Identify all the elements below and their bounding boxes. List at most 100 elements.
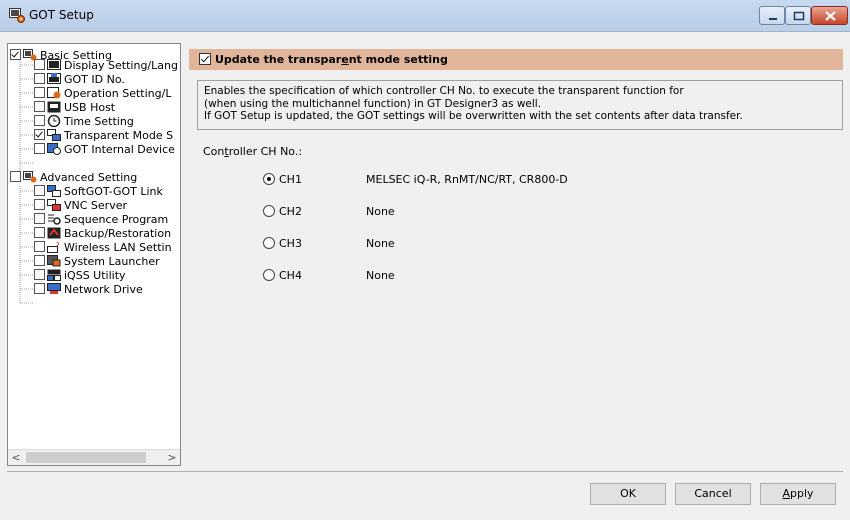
tree-item-operation-setting[interactable]: Operation Setting/L (34, 87, 171, 100)
update-transparent-mode-checkbox[interactable] (199, 53, 211, 65)
maximize-button[interactable] (785, 6, 811, 25)
cancel-button[interactable]: Cancel (675, 483, 751, 505)
update-transparent-mode-header: Update the transparent mode setting (189, 49, 843, 70)
tree-item-time-setting[interactable]: Time Setting (34, 115, 134, 128)
backup-restoration-checkbox[interactable] (34, 227, 45, 238)
ch3-label[interactable]: CH3 (279, 237, 302, 250)
scroll-right-arrow[interactable]: > (164, 450, 180, 465)
tree-item-got-id[interactable]: GOT ID No. (34, 73, 125, 86)
usb-host-checkbox[interactable] (34, 101, 45, 112)
usb-icon (47, 101, 61, 113)
tree-item-vnc-server[interactable]: VNC Server (34, 199, 127, 212)
tree-item-label: Network Drive (64, 283, 143, 296)
got-setup-icon (9, 8, 25, 23)
network-drive-checkbox[interactable] (34, 283, 45, 294)
tree-item-network-drive[interactable]: Network Drive (34, 283, 143, 296)
sequence-program-checkbox[interactable] (34, 213, 45, 224)
tree-item-label: SoftGOT-GOT Link (64, 185, 163, 198)
tree-item-label: Display Setting/Lang (64, 59, 178, 72)
tree-item-label: Wireless LAN Settin (64, 241, 172, 254)
sequence-program-icon (48, 214, 61, 225)
iqss-utility-checkbox[interactable] (34, 269, 45, 280)
ch2-value: None (366, 205, 395, 218)
ch3-radio[interactable] (263, 237, 275, 249)
wireless-lan-checkbox[interactable] (34, 241, 45, 252)
maximize-icon (793, 11, 805, 21)
tree-item-label: System Launcher (64, 255, 160, 268)
ch4-label[interactable]: CH4 (279, 269, 302, 282)
minimize-icon (769, 18, 777, 20)
tree-item-label: Operation Setting/L (64, 87, 172, 100)
operation-icon (47, 87, 61, 99)
ok-button[interactable]: OK (590, 483, 666, 505)
tree-item-label: USB Host (64, 101, 116, 114)
backup-icon (47, 227, 61, 239)
minimize-button[interactable] (759, 6, 785, 25)
system-launcher-icon (47, 255, 61, 267)
system-launcher-checkbox[interactable] (34, 255, 45, 266)
description-line-1: Enables the specification of which contr… (204, 85, 684, 97)
close-button[interactable] (811, 6, 848, 25)
tree-item-softgot-link[interactable]: SoftGOT-GOT Link (34, 185, 163, 198)
softgot-link-icon (47, 185, 61, 197)
ch4-radio[interactable] (263, 269, 275, 281)
display-icon (47, 59, 61, 70)
ch2-radio[interactable] (263, 205, 275, 217)
ch1-value: MELSEC iQ-R, RnMT/NC/RT, CR800-D (366, 173, 568, 186)
tree-item-iqss-utility[interactable]: iQSS Utility (34, 269, 126, 282)
tree-item-label: iQSS Utility (64, 269, 126, 282)
description-box: Enables the specification of which contr… (197, 80, 843, 130)
title-bar: GOT Setup (0, 0, 850, 32)
ch1-label[interactable]: CH1 (279, 173, 302, 186)
apply-button[interactable]: Apply (760, 483, 836, 505)
tree-item-display-setting[interactable]: Display Setting/Lang (34, 59, 178, 72)
got-internal-device-checkbox[interactable] (34, 143, 45, 154)
vnc-server-checkbox[interactable] (34, 199, 45, 210)
description-line-2: (when using the multichannel function) i… (204, 97, 542, 110)
tree-item-wireless-lan[interactable]: Wireless LAN Settin (34, 241, 172, 254)
tree-item-label: Sequence Program (64, 213, 169, 226)
tree-item-label: VNC Server (64, 199, 128, 212)
settings-content: Update the transparent mode setting Enab… (189, 43, 843, 475)
ch1-radio[interactable] (263, 173, 275, 185)
settings-tree[interactable]: Basic Setting Display Setting/Lang GOT I… (7, 43, 181, 466)
transparent-mode-icon (47, 129, 61, 141)
tree-item-got-internal-device[interactable]: GOT Internal Device (34, 143, 175, 156)
advanced-setting-icon (23, 171, 37, 183)
tree-item-system-launcher[interactable]: System Launcher (34, 255, 160, 268)
tree-item-backup-restoration[interactable]: Backup/Restoration (34, 227, 171, 240)
scroll-thumb[interactable] (26, 452, 146, 463)
iqss-icon (47, 269, 61, 281)
close-icon (825, 11, 836, 21)
clock-icon (47, 115, 61, 127)
tree-item-usb-host[interactable]: USB Host (34, 101, 115, 114)
window-title: GOT Setup (29, 8, 94, 22)
tree-item-label: Backup/Restoration (64, 227, 172, 240)
tree-item-label: GOT ID No. (64, 73, 125, 86)
tree-item-sequence-program[interactable]: Sequence Program (34, 213, 168, 226)
network-drive-icon (47, 283, 61, 294)
wireless-icon (47, 241, 59, 253)
update-transparent-mode-label[interactable]: Update the transparent mode setting (215, 53, 448, 66)
ch4-value: None (366, 269, 395, 282)
tree-item-label: Transparent Mode S (64, 129, 174, 142)
vnc-server-icon (47, 199, 61, 211)
basic-setting-checkbox[interactable] (10, 49, 21, 60)
advanced-setting-checkbox[interactable] (10, 171, 21, 182)
time-setting-checkbox[interactable] (34, 115, 45, 126)
id-icon (47, 73, 61, 84)
operation-setting-checkbox[interactable] (34, 87, 45, 98)
tree-item-transparent-mode[interactable]: Transparent Mode S (34, 129, 173, 142)
ch2-label[interactable]: CH2 (279, 205, 302, 218)
got-id-checkbox[interactable] (34, 73, 45, 84)
scroll-left-arrow[interactable]: < (8, 450, 24, 465)
tree-horizontal-scrollbar[interactable]: < > (8, 449, 180, 465)
display-setting-checkbox[interactable] (34, 59, 45, 70)
tree-item-label: Time Setting (64, 115, 134, 128)
transparent-mode-checkbox[interactable] (34, 129, 45, 140)
description-line-3: If GOT Setup is updated, the GOT setting… (204, 110, 743, 122)
tree-item-advanced-setting[interactable]: Advanced Setting (10, 171, 137, 184)
internal-device-icon (47, 143, 61, 155)
softgot-link-checkbox[interactable] (34, 185, 45, 196)
controller-ch-label: Controller CH No.: (203, 145, 303, 158)
